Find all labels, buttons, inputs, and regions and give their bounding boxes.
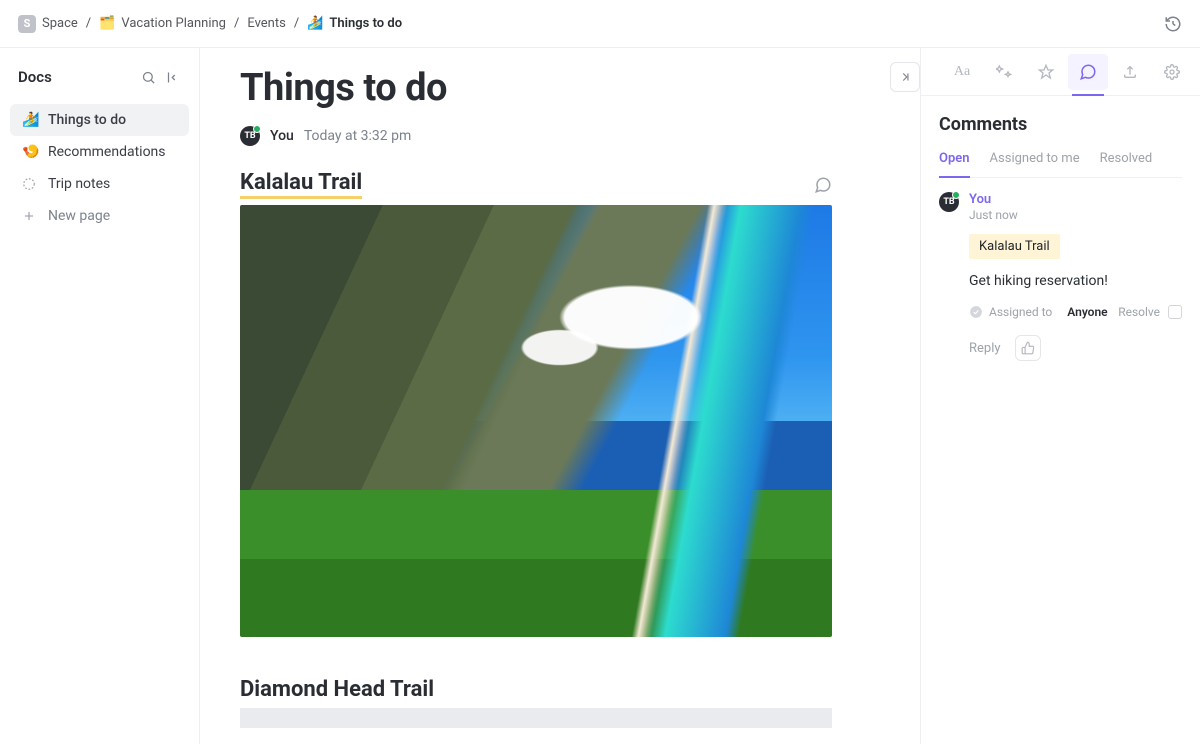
sidebar-item-label: Things to do [48, 112, 126, 128]
breadcrumb-events[interactable]: Events [247, 16, 285, 31]
resolve-label[interactable]: Resolve [1118, 305, 1160, 319]
food-icon: 🍤 [22, 145, 38, 159]
breadcrumb-current[interactable]: 🏄 Things to do [307, 16, 402, 31]
search-icon[interactable] [141, 70, 156, 85]
breadcrumb-folder[interactable]: 🗂️ Vacation Planning [99, 16, 226, 31]
breadcrumb-separator: / [234, 16, 239, 31]
breadcrumb-separator: / [86, 16, 91, 31]
tab-resolved[interactable]: Resolved [1100, 151, 1153, 177]
sidebar-item-label: Recommendations [48, 144, 166, 160]
sidebar-item-trip-notes[interactable]: Trip notes [10, 168, 189, 200]
comment-text: Get hiking reservation! [969, 273, 1182, 289]
section-title-kalalau[interactable]: Kalalau Trail [240, 170, 362, 199]
like-button[interactable] [1015, 335, 1041, 361]
sidebar: Docs 🏄 Things to do 🍤 Recommendations Tr… [0, 48, 200, 744]
reply-link[interactable]: Reply [969, 341, 1001, 356]
page-title: Things to do [240, 66, 880, 110]
plus-icon [22, 209, 38, 223]
space-badge: S [18, 15, 36, 33]
typography-tool[interactable]: Aa [942, 54, 982, 90]
history-icon[interactable] [1164, 15, 1182, 33]
comment-time: Just now [969, 208, 1182, 222]
comment-icon[interactable] [814, 176, 832, 194]
resolve-checkbox[interactable] [1168, 305, 1182, 319]
comment-thread[interactable]: TB You Just now Kalalau Trail Get hiking… [939, 192, 1182, 361]
page-icon: 🏄 [307, 16, 323, 31]
topbar: S Space / 🗂️ Vacation Planning / Events … [0, 0, 1200, 48]
breadcrumb-space[interactable]: S Space [18, 15, 78, 33]
tab-assigned-to-me[interactable]: Assigned to me [990, 151, 1080, 177]
sidebar-title: Docs [18, 68, 52, 86]
assigned-to-label: Assigned to [989, 305, 1052, 319]
avatar[interactable]: TB [240, 126, 260, 146]
collapse-sidebar-icon[interactable] [166, 70, 181, 85]
section-title-diamond-head[interactable]: Diamond Head Trail [240, 677, 434, 702]
comment-reference[interactable]: Kalalau Trail [969, 234, 1060, 259]
sidebar-item-label: Trip notes [48, 176, 110, 192]
panel-toolbar: Aa [921, 48, 1200, 96]
sidebar-item-recommendations[interactable]: 🍤 Recommendations [10, 136, 189, 168]
ai-tool[interactable] [984, 54, 1024, 90]
folder-icon: 🗂️ [99, 16, 115, 31]
timestamp: Today at 3:32 pm [304, 128, 411, 144]
share-tool[interactable] [1110, 54, 1150, 90]
section-image-kalalau[interactable] [240, 205, 832, 637]
sidebar-new-page[interactable]: New page [10, 200, 189, 232]
comment-author[interactable]: You [969, 192, 1182, 207]
breadcrumb-label: Things to do [329, 16, 402, 31]
toggle-panel-button[interactable] [890, 62, 920, 92]
settings-tool[interactable] [1152, 54, 1192, 90]
breadcrumb-label: Events [247, 16, 285, 31]
avatar: TB [939, 192, 959, 212]
author-name[interactable]: You [270, 128, 294, 144]
sidebar-item-label: New page [48, 208, 110, 224]
breadcrumb: S Space / 🗂️ Vacation Planning / Events … [18, 15, 402, 33]
breadcrumb-separator: / [294, 16, 299, 31]
byline: TB You Today at 3:32 pm [240, 126, 880, 146]
breadcrumb-label: Space [42, 16, 78, 31]
panel-title: Comments [939, 114, 1182, 135]
automations-tool[interactable] [1026, 54, 1066, 90]
comments-tabs: Open Assigned to me Resolved [939, 151, 1182, 178]
main-content: Things to do TB You Today at 3:32 pm Kal… [200, 48, 920, 744]
section-image-diamond-head[interactable] [240, 708, 832, 728]
assigned-to-value[interactable]: Anyone [1067, 305, 1107, 319]
comments-panel: Aa Comments Open Assigned to me Reso [920, 48, 1200, 744]
check-circle-icon [969, 305, 983, 319]
tab-open[interactable]: Open [939, 151, 970, 178]
sidebar-item-things-to-do[interactable]: 🏄 Things to do [10, 104, 189, 136]
surfer-icon: 🏄 [22, 113, 38, 127]
comments-tool[interactable] [1068, 54, 1108, 90]
loading-icon [22, 177, 38, 191]
breadcrumb-label: Vacation Planning [121, 16, 226, 31]
